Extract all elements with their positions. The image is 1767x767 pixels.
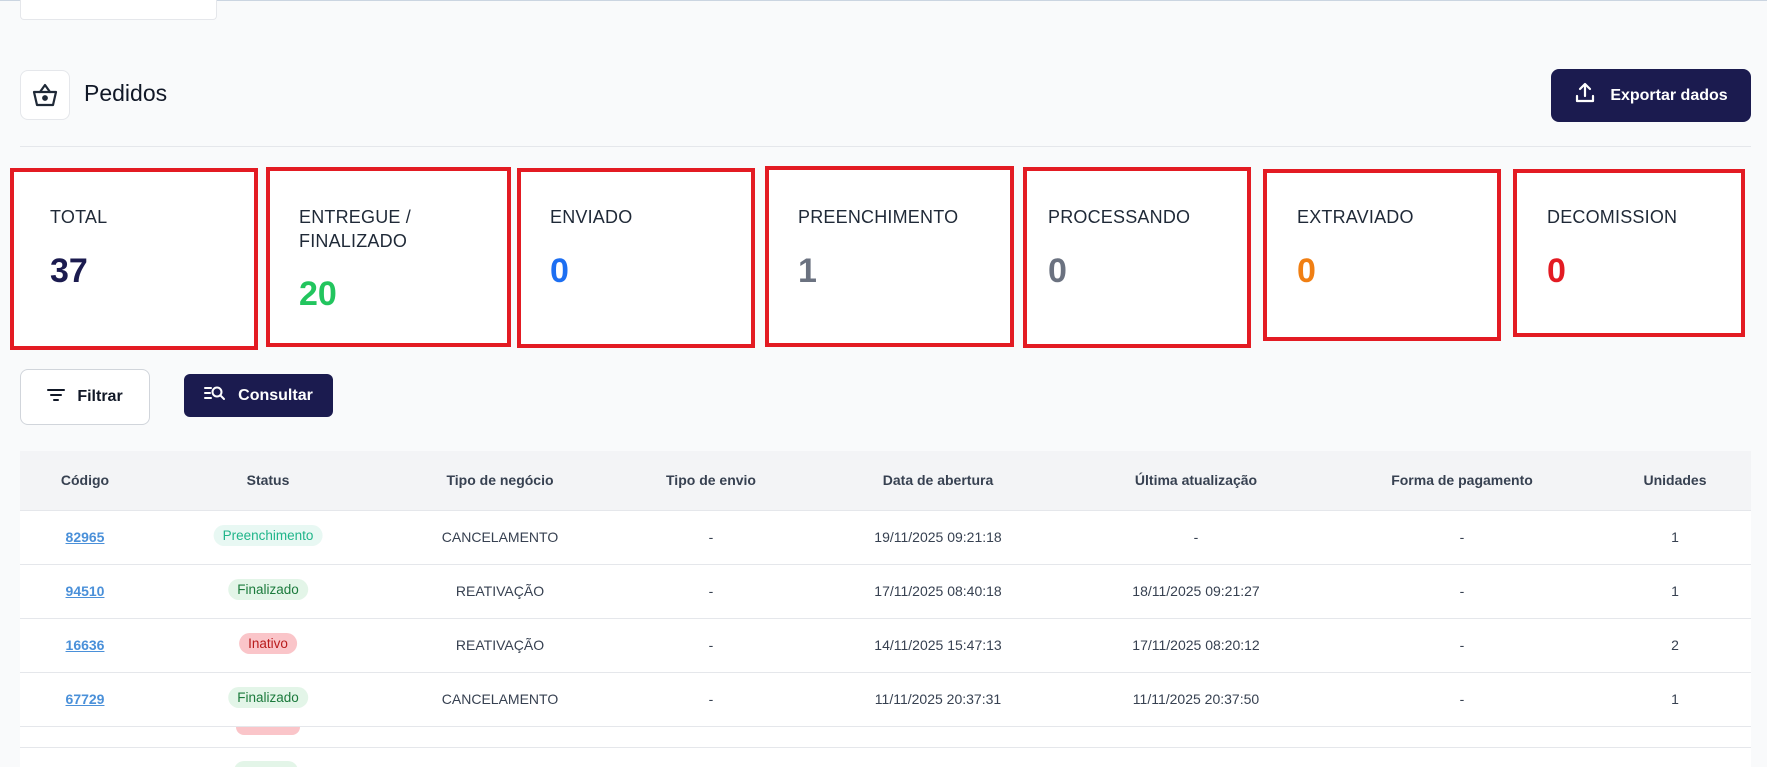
status-badge: Finalizado [228,687,308,708]
stat-label: EXTRAVIADO [1297,207,1414,227]
export-data-button[interactable]: Exportar dados [1551,69,1751,122]
updated-date-cell: 17/11/2025 08:20:12 [1132,637,1260,653]
upload-icon [1574,82,1596,109]
business-type-cell: CANCELAMENTO [441,691,559,707]
status-badge-partial [236,727,300,735]
query-button[interactable]: Consultar [184,374,333,417]
shipping-type-cell: - [708,691,714,707]
stat-value: 0 [1547,252,1566,290]
stat-card-enviado: ENVIADO 0 [517,168,755,348]
stat-card-total: TOTAL 37 [10,168,258,350]
table-row[interactable]: 16636 Inativo REATIVAÇÃO - 14/11/2025 15… [20,619,1751,673]
column-header-data-abertura[interactable]: Data de abertura [883,472,993,488]
stat-value: 0 [1297,252,1316,290]
opened-date-cell: 19/11/2025 09:21:18 [874,529,1002,545]
updated-date-cell: 18/11/2025 09:21:27 [1132,583,1260,599]
status-badge: Preenchimento [213,525,323,546]
payment-method-cell: - [1459,583,1465,599]
payment-method-cell: - [1459,529,1465,545]
stat-value: 0 [550,252,569,290]
column-header-tipo-envio[interactable]: Tipo de envio [666,472,756,488]
stat-card-extraviado: EXTRAVIADO 0 [1263,169,1501,341]
export-data-label: Exportar dados [1610,86,1728,104]
filter-label: Filtrar [77,388,123,405]
table-row-partial[interactable] [20,727,1751,748]
payment-method-cell: - [1459,691,1465,707]
stat-value: 37 [50,252,88,290]
table-row[interactable]: 94510 Finalizado REATIVAÇÃO - 17/11/2025… [20,565,1751,619]
stat-label: ENVIADO [550,207,633,227]
order-code-link[interactable]: 94510 [66,583,105,599]
status-badge: Finalizado [228,579,308,600]
opened-date-cell: 17/11/2025 08:40:18 [874,583,1002,599]
table-header: Código Status Tipo de negócio Tipo de en… [20,451,1751,511]
business-type-cell: CANCELAMENTO [441,529,559,545]
status-badge-partial [234,761,298,767]
units-cell: 1 [1671,691,1679,707]
orders-table: Código Status Tipo de negócio Tipo de en… [20,451,1751,767]
units-cell: 1 [1671,529,1679,545]
search-list-icon [204,385,226,406]
filter-icon [47,388,66,407]
table-row[interactable]: 82965 Preenchimento CANCELAMENTO - 19/11… [20,511,1751,565]
stat-value: 0 [1048,252,1067,290]
top-border-line [0,0,1767,1]
top-input-stub[interactable] [20,0,217,20]
stat-label: TOTAL [50,207,108,227]
units-cell: 1 [1671,583,1679,599]
column-header-unidades[interactable]: Unidades [1643,472,1706,488]
page-title: Pedidos [84,80,168,106]
order-code-link[interactable]: 82965 [66,529,105,545]
opened-date-cell: 14/11/2025 15:47:13 [874,637,1002,653]
business-type-cell: REATIVAÇÃO [455,583,545,599]
stat-label: PROCESSANDO [1048,207,1191,227]
column-header-ultima-atualizacao[interactable]: Última atualização [1135,472,1257,488]
stat-value: 1 [798,252,817,290]
query-label: Consultar [238,386,313,404]
stat-card-preenchimento: PREENCHIMENTO 1 [765,166,1014,347]
order-code-link[interactable]: 67729 [66,691,105,707]
header-divider [20,146,1751,147]
table-row-partial[interactable] [20,748,1751,767]
order-code-link[interactable]: 16636 [66,637,105,653]
updated-date-cell: 11/11/2025 20:37:50 [1132,691,1260,707]
stat-label: ENTREGUE / FINALIZADO [299,207,412,251]
shipping-type-cell: - [708,583,714,599]
opened-date-cell: 11/11/2025 20:37:31 [874,691,1002,707]
table-row[interactable]: 67729 Finalizado CANCELAMENTO - 11/11/20… [20,673,1751,727]
filter-button[interactable]: Filtrar [20,369,150,425]
status-badge: Inativo [239,633,297,654]
units-cell: 2 [1671,637,1679,653]
updated-date-cell: - [1193,529,1199,545]
payment-method-cell: - [1459,637,1465,653]
stat-label: DECOMISSION [1547,207,1678,227]
column-header-forma-pagamento[interactable]: Forma de pagamento [1391,472,1533,488]
column-header-tipo-negocio[interactable]: Tipo de negócio [446,472,553,488]
stat-card-processando: PROCESSANDO 0 [1023,167,1251,348]
business-type-cell: REATIVAÇÃO [455,637,545,653]
stat-value: 20 [299,275,337,313]
stat-card-decomission: DECOMISSION 0 [1513,169,1745,337]
shipping-type-cell: - [708,529,714,545]
shipping-type-cell: - [708,637,714,653]
column-header-codigo[interactable]: Código [61,472,109,488]
basket-icon [20,70,70,120]
column-header-status[interactable]: Status [247,472,290,488]
stat-label: PREENCHIMENTO [798,207,959,227]
stat-card-entregue-finalizado: ENTREGUE / FINALIZADO 20 [266,167,511,347]
